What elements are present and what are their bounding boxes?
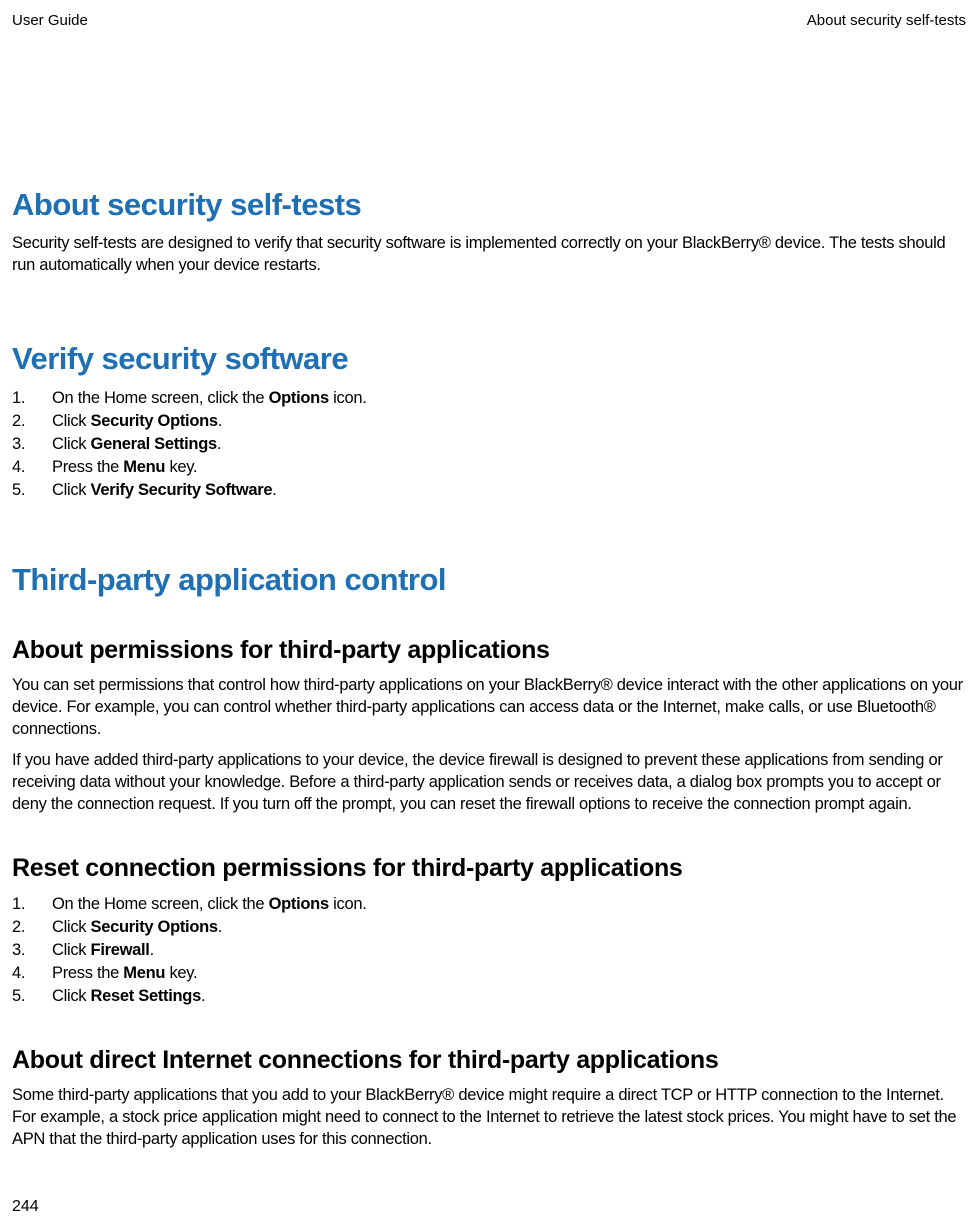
- subheading-about-permissions: About permissions for third-party applic…: [12, 636, 966, 665]
- bold-term: Menu: [123, 964, 165, 982]
- bold-term: Options: [269, 389, 329, 407]
- step-number: 5.: [12, 985, 30, 1008]
- header-left: User Guide: [12, 12, 88, 29]
- paragraph: If you have added third-party applicatio…: [12, 750, 966, 815]
- step-number: 5.: [12, 479, 30, 502]
- subheading-about-direct-internet-connections: About direct Internet connections for th…: [12, 1046, 966, 1075]
- list-item: 5.Click Verify Security Software.: [12, 479, 966, 502]
- bold-term: Security Options: [91, 412, 218, 430]
- step-number: 1.: [12, 893, 30, 916]
- bold-term: Options: [269, 895, 329, 913]
- reset-steps-list: 1.On the Home screen, click the Options …: [12, 893, 966, 1008]
- bold-term: Security Options: [91, 918, 218, 936]
- paragraph: You can set permissions that control how…: [12, 675, 966, 740]
- list-item: 4.Press the Menu key.: [12, 456, 966, 479]
- page-header: User Guide About security self-tests: [12, 12, 966, 29]
- list-item: 1.On the Home screen, click the Options …: [12, 387, 966, 410]
- step-number: 2.: [12, 916, 30, 939]
- verify-steps-list: 1.On the Home screen, click the Options …: [12, 387, 966, 502]
- step-number: 3.: [12, 433, 30, 456]
- heading-verify-security-software: Verify security software: [12, 341, 966, 377]
- subheading-reset-connection-permissions: Reset connection permissions for third-p…: [12, 854, 966, 883]
- list-item: 3.Click General Settings.: [12, 433, 966, 456]
- step-number: 2.: [12, 410, 30, 433]
- list-item: 5.Click Reset Settings.: [12, 985, 966, 1008]
- bold-term: Verify Security Software: [91, 481, 273, 499]
- list-item: 3.Click Firewall.: [12, 939, 966, 962]
- list-item: 2.Click Security Options.: [12, 916, 966, 939]
- step-number: 4.: [12, 962, 30, 985]
- paragraph: Some third-party applications that you a…: [12, 1085, 966, 1150]
- step-number: 4.: [12, 456, 30, 479]
- list-item: 1.On the Home screen, click the Options …: [12, 893, 966, 916]
- paragraph: Security self-tests are designed to veri…: [12, 233, 966, 277]
- step-number: 3.: [12, 939, 30, 962]
- heading-about-security-self-tests: About security self-tests: [12, 187, 966, 223]
- bold-term: Firewall: [91, 941, 150, 959]
- bold-term: Menu: [123, 458, 165, 476]
- header-right: About security self-tests: [807, 12, 966, 29]
- page-number: 244: [12, 1198, 39, 1216]
- heading-third-party-application-control: Third-party application control: [12, 562, 966, 598]
- page-content: About security self-tests Security self-…: [12, 29, 966, 1150]
- list-item: 4.Press the Menu key.: [12, 962, 966, 985]
- page: User Guide About security self-tests Abo…: [0, 0, 976, 1228]
- list-item: 2.Click Security Options.: [12, 410, 966, 433]
- bold-term: General Settings: [91, 435, 217, 453]
- bold-term: Reset Settings: [91, 987, 201, 1005]
- step-number: 1.: [12, 387, 30, 410]
